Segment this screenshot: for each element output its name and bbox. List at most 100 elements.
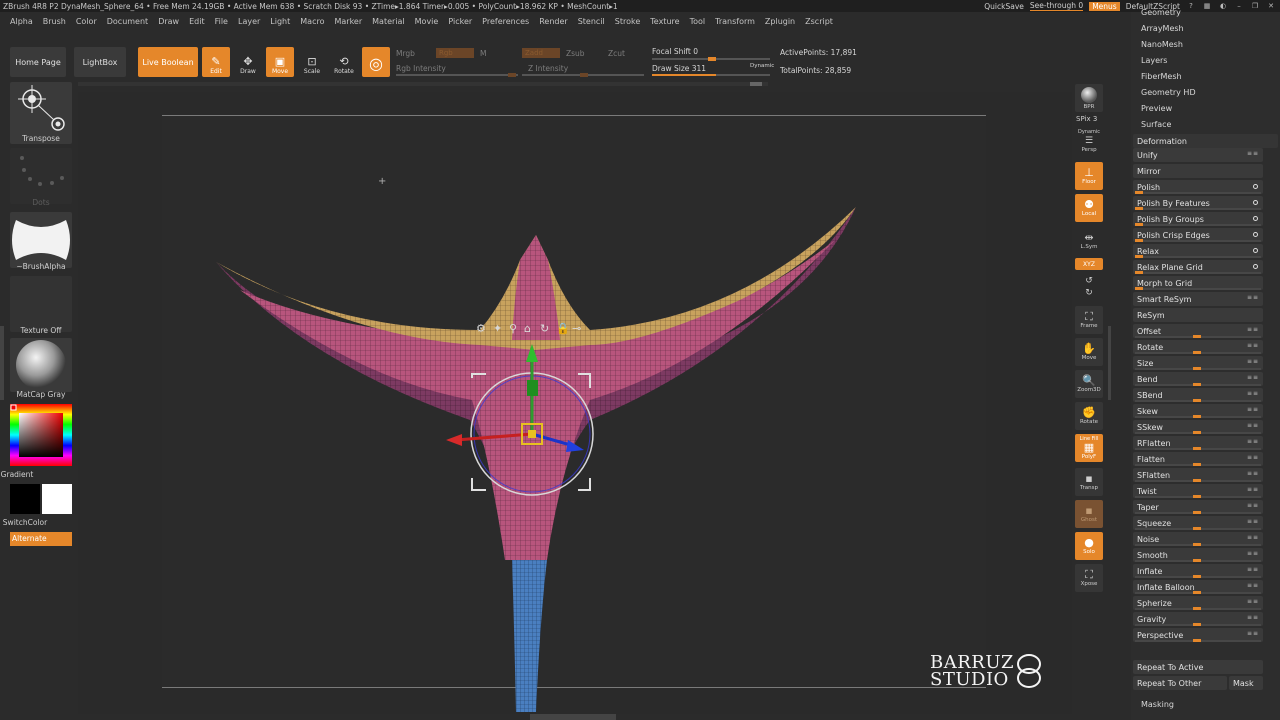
gizmo-reset-icon[interactable]: ↻ (540, 322, 549, 335)
axis-toggle-icon[interactable]: ≡≡ (1247, 566, 1259, 573)
deform-offset[interactable]: Offset ≡≡ (1133, 324, 1263, 338)
deform-relax[interactable]: Relax (1133, 244, 1263, 258)
deform-polish-by-groups[interactable]: Polish By Groups (1133, 212, 1263, 226)
axis-toggle-icon[interactable]: ≡≡ (1247, 582, 1259, 589)
deform-slider-knob[interactable] (1193, 623, 1201, 626)
deform-slider[interactable] (1135, 495, 1261, 498)
axis-toggle-icon[interactable]: ≡≡ (1247, 406, 1259, 413)
deform-slider[interactable] (1135, 543, 1261, 546)
axis-toggle-icon[interactable]: ≡≡ (1247, 374, 1259, 381)
axis-toggle-icon[interactable]: ≡≡ (1247, 534, 1259, 541)
axis-toggle-icon[interactable]: ≡≡ (1247, 422, 1259, 429)
floor-button[interactable]: ⊥ Floor (1075, 162, 1103, 190)
axis-toggle-icon[interactable]: ≡≡ (1247, 358, 1259, 365)
help-icon[interactable]: ? (1186, 2, 1196, 10)
deform-inflate-balloon[interactable]: Inflate Balloon ≡≡ (1133, 580, 1263, 594)
radio-icon[interactable] (1253, 264, 1258, 269)
axis-toggle-icon[interactable]: ≡≡ (1247, 454, 1259, 461)
deform-slider[interactable] (1135, 431, 1261, 434)
deform-slider[interactable] (1135, 623, 1261, 626)
deform-slider-knob[interactable] (1135, 223, 1143, 226)
repeat-to-active-button[interactable]: Repeat To Active (1133, 660, 1263, 674)
deform-slider[interactable] (1135, 479, 1261, 482)
deform-resym[interactable]: ReSym (1133, 308, 1263, 322)
deform-slider-knob[interactable] (1193, 463, 1201, 466)
close-icon[interactable]: ✕ (1266, 2, 1276, 10)
deform-slider-knob[interactable] (1193, 607, 1201, 610)
deform-slider-knob[interactable] (1193, 335, 1201, 338)
local-button[interactable]: ⚉ Local (1075, 194, 1103, 222)
deform-smart-resym[interactable]: Smart ReSym ≡≡ (1133, 292, 1263, 306)
deform-smooth[interactable]: Smooth ≡≡ (1133, 548, 1263, 562)
gizmo-pin-icon[interactable]: ✦ (493, 322, 502, 335)
deform-flatten[interactable]: Flatten ≡≡ (1133, 452, 1263, 466)
deform-slider-knob[interactable] (1193, 495, 1201, 498)
deform-slider[interactable] (1135, 287, 1261, 290)
subpalette-masking[interactable]: Masking (1141, 700, 1174, 709)
restore-icon[interactable]: ❐ (1250, 2, 1260, 10)
transp-button[interactable]: ▪ Transp (1075, 468, 1103, 496)
deform-perspective[interactable]: Perspective ≡≡ (1133, 628, 1263, 642)
deform-slider-knob[interactable] (1193, 511, 1201, 514)
viewport-bottom-handle[interactable] (530, 714, 616, 720)
deform-slider[interactable] (1135, 575, 1261, 578)
menus-button[interactable]: Menus (1089, 1, 1120, 11)
deform-skew[interactable]: Skew ≡≡ (1133, 404, 1263, 418)
axis-toggle-icon[interactable]: ≡≡ (1247, 294, 1259, 301)
deform-slider-knob[interactable] (1193, 383, 1201, 386)
deform-slider-knob[interactable] (1135, 191, 1143, 194)
deform-squeeze[interactable]: Squeeze ≡≡ (1133, 516, 1263, 530)
deformation-header[interactable]: Deformation (1133, 134, 1278, 148)
deform-slider[interactable] (1135, 255, 1261, 258)
lsym-button[interactable]: ⇹ L.Sym (1075, 228, 1103, 254)
gizmo-key-icon[interactable]: ⊸ (572, 322, 581, 335)
deform-slider[interactable] (1135, 399, 1261, 402)
deform-bend[interactable]: Bend ≡≡ (1133, 372, 1263, 386)
axis-toggle-icon[interactable]: ≡≡ (1247, 390, 1259, 397)
axis-toggle-icon[interactable]: ≡≡ (1247, 326, 1259, 333)
subpalette-layers[interactable]: Layers (1141, 56, 1167, 65)
deform-slider-knob[interactable] (1135, 287, 1143, 290)
deform-slider[interactable] (1135, 223, 1261, 226)
deform-slider[interactable] (1135, 527, 1261, 530)
deform-slider[interactable] (1135, 591, 1261, 594)
radio-icon[interactable] (1253, 248, 1258, 253)
deform-polish-by-features[interactable]: Polish By Features (1133, 196, 1263, 210)
axis-toggle-icon[interactable]: ≡≡ (1247, 150, 1259, 157)
deform-twist[interactable]: Twist ≡≡ (1133, 484, 1263, 498)
deform-slider-knob[interactable] (1135, 207, 1143, 210)
spix-readout[interactable]: SPix 3 (1076, 115, 1097, 123)
subpalette-nanomesh[interactable]: NanoMesh (1141, 40, 1183, 49)
deform-slider[interactable] (1135, 383, 1261, 386)
deform-slider-knob[interactable] (1193, 527, 1201, 530)
mask-button[interactable]: Mask (1229, 676, 1263, 690)
move-view-button[interactable]: ✋ Move (1075, 338, 1103, 366)
deform-slider[interactable] (1135, 335, 1261, 338)
rotate-view-button[interactable]: ✊ Rotate (1075, 402, 1103, 430)
gizmo-settings-icon[interactable]: ⚙ (476, 322, 486, 335)
deform-morph-to-grid[interactable]: Morph to Grid (1133, 276, 1263, 290)
xpose-button[interactable]: ⛶ Xpose (1075, 564, 1103, 592)
xyz-button[interactable]: XYZ (1075, 258, 1103, 270)
deform-slider[interactable] (1135, 607, 1261, 610)
ghost-button[interactable]: ▪ Ghost (1075, 500, 1103, 528)
axis-toggle-icon[interactable]: ≡≡ (1247, 598, 1259, 605)
theme-icon[interactable]: ◐ (1218, 2, 1228, 10)
deform-slider-knob[interactable] (1193, 351, 1201, 354)
deform-rflatten[interactable]: RFlatten ≡≡ (1133, 436, 1263, 450)
deform-slider-knob[interactable] (1193, 367, 1201, 370)
deform-slider[interactable] (1135, 271, 1261, 274)
deform-slider[interactable] (1135, 447, 1261, 450)
deform-slider[interactable] (1135, 463, 1261, 466)
deform-size[interactable]: Size ≡≡ (1133, 356, 1263, 370)
deform-slider-knob[interactable] (1193, 415, 1201, 418)
axis-toggle-icon[interactable]: ≡≡ (1247, 342, 1259, 349)
axis-toggle-icon[interactable]: ≡≡ (1247, 614, 1259, 621)
deform-slider-knob[interactable] (1193, 399, 1201, 402)
gizmo-home-icon[interactable]: ⌂ (524, 322, 531, 335)
deform-mirror[interactable]: Mirror (1133, 164, 1263, 178)
mesh-render[interactable]: ⚙ ✦ ⚲ ⌂ ↻ 🔒 ⊸ + (0, 0, 1072, 720)
deform-polish-crisp-edges[interactable]: Polish Crisp Edges (1133, 228, 1263, 242)
radio-icon[interactable] (1253, 216, 1258, 221)
deform-polish[interactable]: Polish (1133, 180, 1263, 194)
